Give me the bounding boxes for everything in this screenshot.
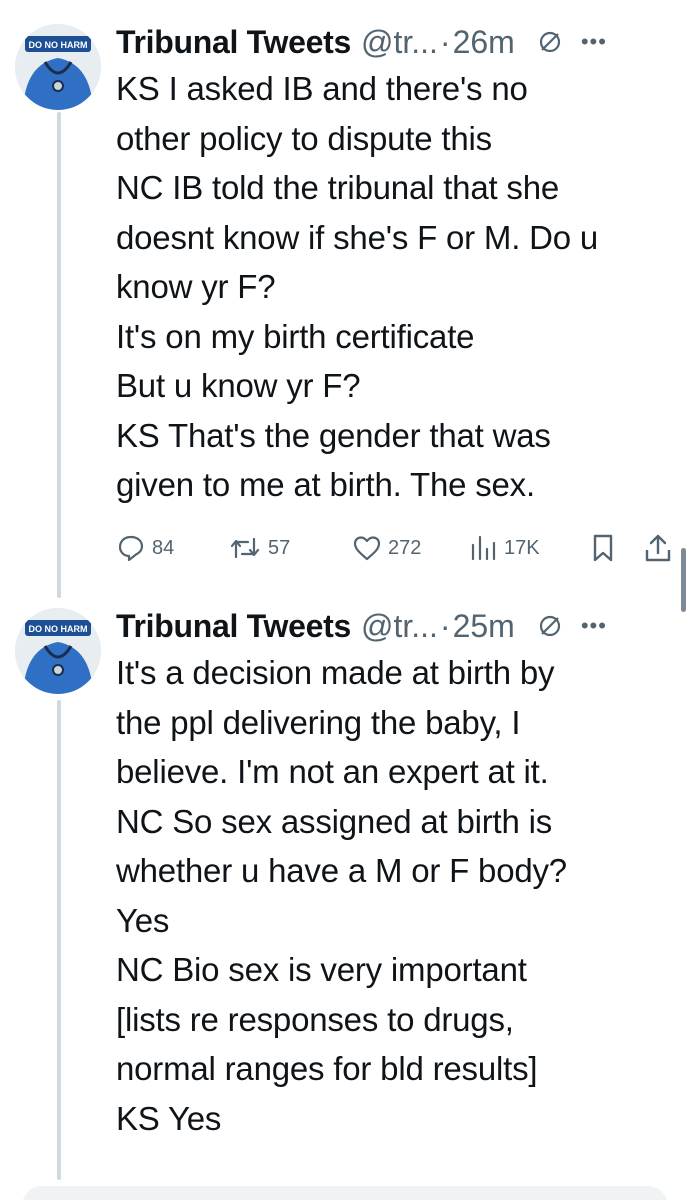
views-button[interactable]: 17K — [468, 528, 540, 568]
tweet-line: It's on my birth certificate — [116, 317, 475, 355]
tweet-line: NC IB told the tribunal that she — [116, 169, 560, 206]
avatar[interactable]: DO NO HARM — [15, 608, 101, 694]
tweet-text: It's a decision made at birth by the ppl… — [116, 648, 676, 1143]
user-handle[interactable]: @tr... — [361, 24, 438, 61]
timestamp[interactable]: 25m — [453, 608, 515, 645]
bookmark-button[interactable] — [590, 528, 616, 568]
avatar-badge-text: DO NO HARM — [29, 624, 88, 634]
tweet-line: the ppl delivering the baby, I — [116, 703, 521, 741]
more-icon[interactable]: ••• — [581, 29, 607, 55]
avatar-badge-text: DO NO HARM — [29, 40, 88, 50]
tweet-line: KS That's the gender that was — [116, 416, 551, 454]
dot-separator: · — [439, 607, 451, 644]
avatar-image: DO NO HARM — [15, 608, 101, 694]
tweet-line: other policy to dispute this — [116, 119, 492, 157]
more-icon[interactable]: ••• — [581, 613, 607, 639]
tweet-line: normal ranges for bld results] — [116, 1050, 538, 1087]
tweet-line: believe. I'm not an expert at it. — [116, 753, 549, 790]
tweet-line: whether u have a M or F body? — [116, 852, 567, 889]
mute-icon[interactable] — [537, 613, 563, 639]
tweet-line: KS I asked IB and there's no — [116, 70, 528, 107]
tweet-line: But u know yr F? — [116, 367, 361, 404]
reply-button[interactable]: 84 — [116, 528, 174, 568]
like-count: 272 — [388, 536, 422, 559]
bookmark-icon — [593, 534, 613, 562]
tweet-text: KS I asked IB and there's no other polic… — [116, 64, 676, 510]
user-handle[interactable]: @tr... — [361, 608, 438, 645]
tweet-header: Tribunal Tweets @tr... · 26m ••• — [116, 20, 681, 64]
tweet-header: Tribunal Tweets @tr... · 25m ••• — [116, 604, 681, 648]
share-icon — [645, 534, 671, 562]
repost-icon — [230, 537, 260, 559]
repost-count: 57 — [268, 536, 291, 559]
tweet-line: It's a decision made at birth by — [116, 654, 555, 691]
avatar-image: DO NO HARM — [15, 24, 101, 110]
views-icon — [471, 535, 496, 561]
tweet-line: doesnt know if she's F or M. Do u — [116, 218, 599, 256]
tweet-line: know yr F? — [116, 268, 276, 305]
timeline-feed: DO NO HARM Tribunal Tweets @tr... · 26m … — [0, 0, 690, 1200]
reply-count: 84 — [152, 536, 175, 559]
timestamp[interactable]: 26m — [453, 24, 515, 61]
display-name[interactable]: Tribunal Tweets — [116, 24, 351, 61]
tweet-line: Yes — [116, 901, 170, 939]
tweet-line: NC So sex assigned at birth is — [116, 802, 553, 840]
avatar[interactable]: DO NO HARM — [15, 24, 101, 110]
tweet-actions: 84 57 272 17K — [116, 528, 676, 568]
tweet-line: given to me at birth. The sex. — [116, 466, 535, 503]
display-name[interactable]: Tribunal Tweets — [116, 608, 351, 645]
views-count: 17K — [504, 536, 540, 559]
tweet-line: NC Bio sex is very important — [116, 951, 527, 988]
tweet-1[interactable]: DO NO HARM Tribunal Tweets @tr... · 26m … — [0, 20, 690, 580]
heart-icon — [353, 536, 381, 561]
tweet-2[interactable]: DO NO HARM Tribunal Tweets @tr... · 25m … — [0, 604, 690, 1164]
scrollbar-thumb[interactable] — [681, 548, 686, 612]
like-button[interactable]: 272 — [352, 528, 421, 568]
dot-separator: · — [439, 23, 451, 60]
mute-icon[interactable] — [537, 29, 563, 55]
share-button[interactable] — [644, 528, 672, 568]
tweet-line: KS Yes — [116, 1099, 222, 1137]
repost-button[interactable]: 57 — [228, 528, 290, 568]
reply-icon — [118, 535, 144, 562]
bottom-compose-bar[interactable] — [22, 1186, 668, 1200]
tweet-line: [lists re responses to drugs, — [116, 1000, 514, 1038]
